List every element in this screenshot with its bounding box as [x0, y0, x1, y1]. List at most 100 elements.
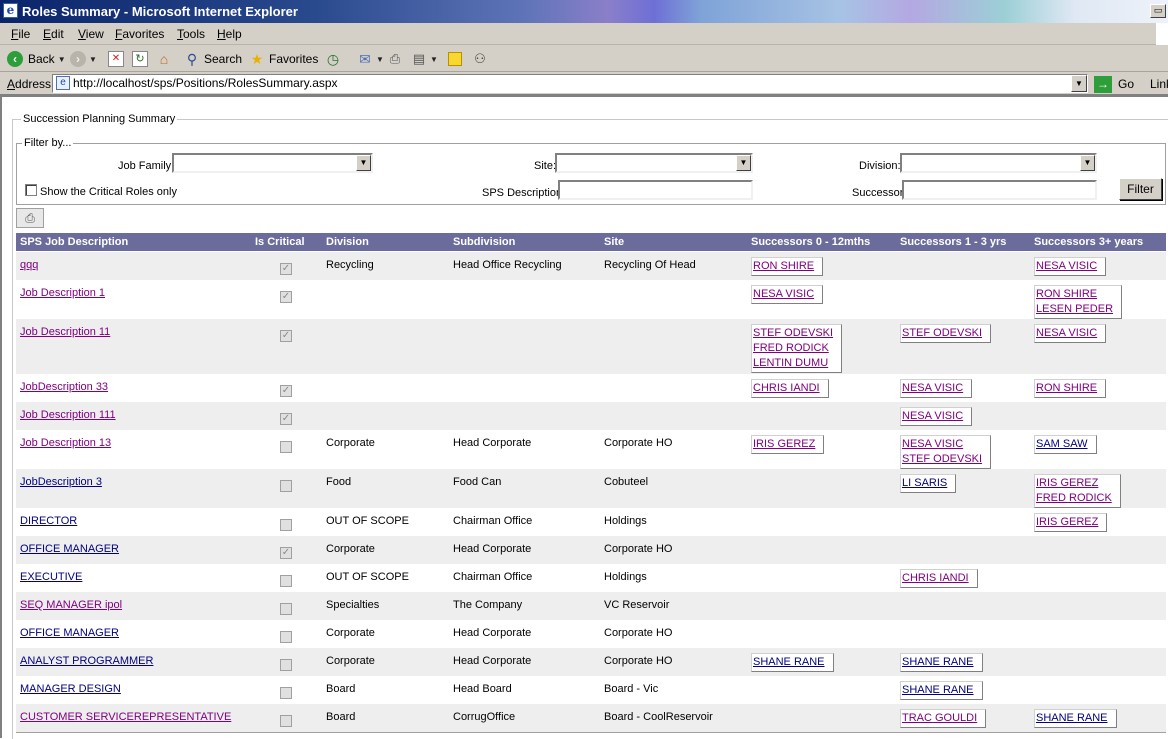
chevron-down-icon[interactable]: ▼ [1080, 155, 1095, 171]
successor-link[interactable]: SHANE RANE [753, 655, 825, 670]
menu-edit[interactable]: Edit [43, 27, 64, 41]
critical-only-checkbox[interactable] [25, 184, 37, 196]
column-header-subdivision[interactable]: Subdivision [453, 236, 515, 248]
successor-link[interactable]: SHANE RANE [1036, 711, 1108, 726]
job-description-cell: MANAGER DESIGN [20, 683, 121, 695]
ie-page-icon: e [3, 3, 18, 18]
chevron-down-icon[interactable]: ▼ [58, 55, 66, 64]
successor-link[interactable]: IRIS GEREZ [1036, 476, 1112, 491]
address-input[interactable]: e http://localhost/sps/Positions/RolesSu… [52, 74, 1088, 93]
column-header-successors-3plus[interactable]: Successors 3+ years [1034, 236, 1143, 248]
column-header-critical[interactable]: Is Critical [255, 236, 305, 248]
successor-link[interactable]: FRED RODICK [1036, 491, 1112, 506]
job-description-link[interactable]: CUSTOMER SERVICEREPRESENTATIVE [20, 711, 231, 723]
sps-description-input[interactable] [558, 180, 753, 200]
chevron-down-icon[interactable]: ▼ [376, 55, 384, 64]
successor-link[interactable]: STEF ODEVSKI [753, 326, 833, 341]
successor-link[interactable]: STEF ODEVSKI [902, 452, 982, 467]
maximize-button[interactable]: ▭ [1150, 4, 1166, 18]
successor-link[interactable]: NESA VISIC [753, 287, 814, 302]
links-label[interactable]: Link [1150, 77, 1168, 91]
successor-list: IRIS GEREZ FRED RODICK [1034, 474, 1121, 508]
successor-link[interactable]: SHANE RANE [902, 683, 974, 698]
successor-link[interactable]: NESA VISIC [902, 381, 963, 396]
site-select[interactable]: ▼ [555, 153, 753, 173]
successor-link[interactable]: RON SHIRE [753, 259, 814, 274]
column-header-site[interactable]: Site [604, 236, 624, 248]
edit-button[interactable]: ▤ ▼ [411, 50, 438, 68]
go-button[interactable]: → Go [1094, 75, 1134, 93]
column-header-successors-0-12[interactable]: Successors 0 - 12mths [751, 236, 870, 248]
successor-link[interactable]: STEF ODEVSKI [902, 326, 982, 341]
division-cell: Specialties [326, 599, 380, 611]
job-description-link[interactable]: qqq [20, 259, 38, 271]
successor-link[interactable]: SHANE RANE [902, 655, 974, 670]
job-description-link[interactable]: OFFICE MANAGER [20, 627, 119, 639]
successor-link[interactable]: IRIS GEREZ [753, 437, 815, 452]
division-cell: Food [326, 476, 352, 488]
successor-link[interactable]: RON SHIRE [1036, 287, 1113, 302]
successor-link[interactable]: CHRIS IANDI [902, 571, 969, 586]
print-button[interactable]: ⎙ [387, 50, 403, 68]
successor-link[interactable]: NESA VISIC [1036, 259, 1097, 274]
home-button[interactable]: ⌂ [156, 50, 172, 68]
job-description-link[interactable]: Job Description 111 [20, 409, 116, 421]
job-description-link[interactable]: SEQ MANAGER ipol [20, 599, 122, 611]
history-button[interactable]: ◷ [325, 50, 341, 68]
menu-file[interactable]: File [11, 27, 30, 41]
successor-link[interactable]: TRAC GOULDI [902, 711, 977, 726]
job-description-link[interactable]: JobDescription 3 [20, 476, 102, 488]
job-family-select[interactable]: ▼ [172, 153, 373, 173]
chevron-down-icon[interactable]: ▼ [736, 155, 751, 171]
chevron-down-icon[interactable]: ▼ [356, 155, 371, 171]
table-row: OFFICE MANAGER ✓ Corporate Head Corporate Co… [16, 536, 1166, 564]
job-description-link[interactable]: DIRECTOR [20, 515, 77, 527]
messenger-button[interactable]: ⚇ [472, 50, 488, 68]
successor-link[interactable]: NESA VISIC [902, 409, 963, 424]
chevron-down-icon[interactable]: ▼ [89, 55, 97, 64]
search-button[interactable]: ⚲ Search [184, 50, 242, 68]
job-description-link[interactable]: EXECUTIVE [20, 571, 82, 583]
column-header-division[interactable]: Division [326, 236, 369, 248]
successor-link[interactable]: IRIS GEREZ [1036, 515, 1098, 530]
menu-view[interactable]: View [78, 27, 104, 41]
successor-link[interactable]: LESEN PEDER [1036, 302, 1113, 317]
menu-favorites[interactable]: Favorites [115, 27, 164, 41]
is-critical-checkbox [280, 603, 292, 615]
job-description-link[interactable]: JobDescription 33 [20, 381, 108, 393]
successor-link[interactable]: LENTIN DUMU [753, 356, 833, 371]
menu-tools[interactable]: Tools [177, 27, 205, 41]
division-cell: Board [326, 711, 356, 723]
successor-link[interactable]: RON SHIRE [1036, 381, 1097, 396]
job-description-link[interactable]: OFFICE MANAGER [20, 543, 119, 555]
chevron-down-icon[interactable]: ▼ [1071, 75, 1087, 92]
print-report-button[interactable]: ⎙ [16, 208, 44, 228]
job-description-link[interactable]: Job Description 13 [20, 437, 111, 449]
successor-link[interactable]: CHRIS IANDI [753, 381, 820, 396]
successor-input[interactable] [902, 180, 1097, 200]
division-cell: OUT OF SCOPE [326, 571, 409, 583]
refresh-button[interactable]: ↻ [132, 50, 148, 68]
column-header-successors-1-3[interactable]: Successors 1 - 3 yrs [900, 236, 1006, 248]
job-description-link[interactable]: ANALYST PROGRAMMER [20, 655, 153, 667]
job-description-link[interactable]: Job Description 11 [20, 326, 110, 338]
column-header-job[interactable]: SPS Job Description [20, 236, 128, 248]
successor-link[interactable]: FRED RODICK [753, 341, 833, 356]
menu-help[interactable]: Help [217, 27, 242, 41]
filter-button[interactable]: Filter [1119, 178, 1162, 200]
job-description-link[interactable]: Job Description 1 [20, 287, 105, 299]
successor-link[interactable]: NESA VISIC [902, 437, 982, 452]
discuss-button[interactable] [448, 50, 462, 68]
go-label: Go [1118, 77, 1135, 91]
job-description-link[interactable]: MANAGER DESIGN [20, 683, 121, 695]
forward-button[interactable]: › ▼ [70, 50, 97, 68]
division-select[interactable]: ▼ [900, 153, 1097, 173]
stop-button[interactable]: ✕ [108, 50, 124, 68]
chevron-down-icon[interactable]: ▼ [430, 55, 438, 64]
mail-button[interactable]: ✉ ▼ [357, 50, 384, 68]
favorites-button[interactable]: ★ Favorites [249, 50, 319, 68]
successor-link[interactable]: LI SARIS [902, 476, 947, 491]
successor-link[interactable]: NESA VISIC [1036, 326, 1097, 341]
successor-link[interactable]: SAM SAW [1036, 437, 1088, 452]
back-button[interactable]: ‹ Back ▼ [7, 50, 66, 68]
